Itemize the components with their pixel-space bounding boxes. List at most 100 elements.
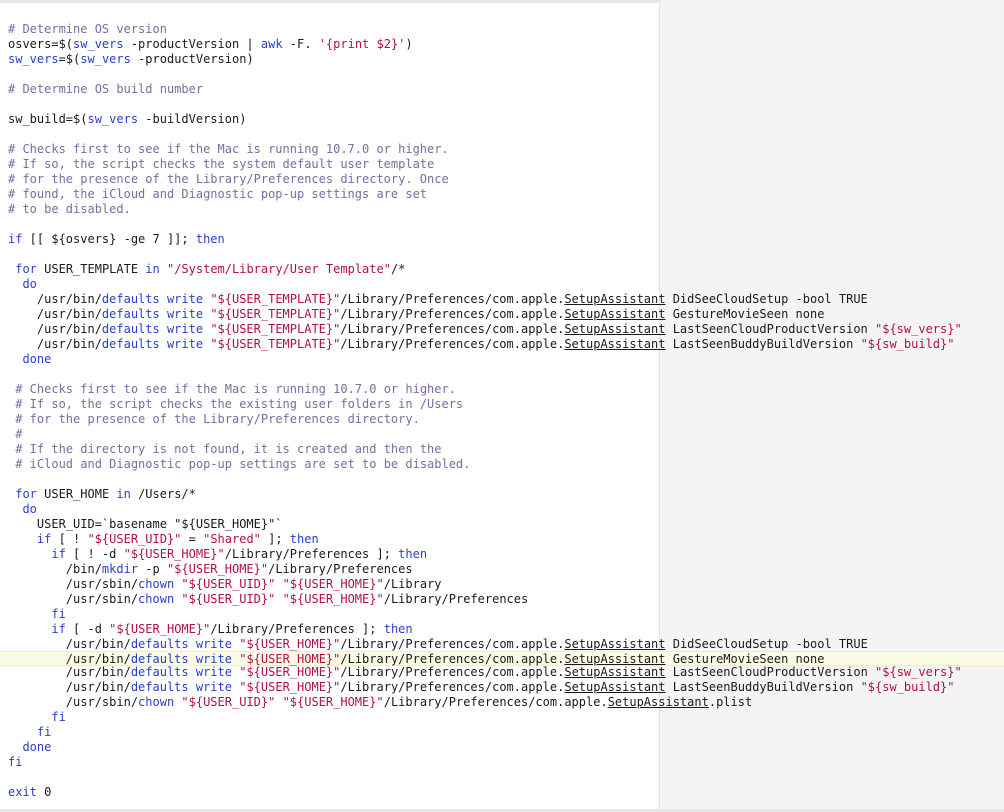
code-text: LastSeenBuddyBuildVersion: [665, 337, 861, 351]
code-line[interactable]: /usr/bin/defaults write "${USER_HOME}"/L…: [0, 680, 1004, 695]
code-symbol-link[interactable]: SetupAssistant: [564, 292, 665, 306]
code-text: /Library/Preferences: [268, 562, 413, 576]
code-line[interactable]: sw_build=$(sw_vers -buildVersion): [0, 112, 1004, 127]
code-editor[interactable]: # Determine OS version osvers=$(sw_vers -…: [0, 0, 1004, 812]
code-line[interactable]: /usr/sbin/chown "${USER_UID}" "${USER_HO…: [0, 577, 1004, 592]
code-line[interactable]: # for the presence of the Library/Prefer…: [0, 172, 1004, 187]
current-code-line[interactable]: /usr/bin/defaults write "${USER_HOME}"/L…: [0, 651, 1004, 666]
code-line[interactable]: fi: [0, 607, 1004, 622]
code-comment: # If the directory is not found, it is c…: [15, 442, 442, 456]
code-line[interactable]: # to be disabled.: [0, 202, 1004, 217]
code-string: "${USER_HOME}": [282, 695, 384, 709]
code-line[interactable]: /usr/bin/defaults write "${USER_TEMPLATE…: [0, 337, 1004, 352]
code-line[interactable]: for USER_TEMPLATE in "/System/Library/Us…: [0, 262, 1004, 277]
code-line[interactable]: # If so, the script checks the existing …: [0, 397, 1004, 412]
code-line[interactable]: # Determine OS build number: [0, 82, 1004, 97]
code-line[interactable]: USER_UID=`basename "${USER_HOME}"`: [0, 517, 1004, 532]
code-text: DidSeeCloudSetup -bool TRUE: [665, 292, 868, 306]
code-line[interactable]: [0, 67, 1004, 82]
code-line[interactable]: /usr/sbin/chown "${USER_UID}" "${USER_HO…: [0, 695, 1004, 710]
code-line[interactable]: /usr/sbin/chown "${USER_UID}" "${USER_HO…: [0, 592, 1004, 607]
code-string: "${sw_build}": [860, 337, 955, 351]
code-comment: # If so, the script checks the existing …: [15, 397, 464, 411]
code-line[interactable]: fi: [0, 710, 1004, 725]
code-line[interactable]: done: [0, 352, 1004, 367]
code-text: ): [405, 37, 413, 51]
code-line[interactable]: done: [0, 740, 1004, 755]
code-text: /Library/Preferences/com.apple.: [340, 652, 565, 666]
code-string: "/System/Library/User Template": [166, 262, 391, 276]
code-symbol-link[interactable]: SetupAssistant: [564, 322, 665, 336]
code-text: /Library/Preferences/com.apple.: [340, 665, 565, 679]
code-comment: # Checks first to see if the Mac is runn…: [15, 382, 456, 396]
code-line[interactable]: if [[ ${osvers} -ge 7 ]]; then: [0, 232, 1004, 247]
code-line[interactable]: do: [0, 502, 1004, 517]
code-text: USER_TEMPLATE: [36, 262, 146, 276]
code-keyword: mkdir: [101, 562, 139, 576]
code-line[interactable]: # If the directory is not found, it is c…: [0, 442, 1004, 457]
code-text: /Library/Preferences ];: [210, 622, 384, 636]
code-line[interactable]: do: [0, 277, 1004, 292]
code-line[interactable]: fi: [0, 725, 1004, 740]
code-text: 0: [36, 785, 52, 799]
code-line[interactable]: fi: [0, 755, 1004, 770]
code-keyword: sw_vers: [73, 37, 124, 51]
code-line[interactable]: osvers=$(sw_vers -productVersion | awk -…: [0, 37, 1004, 52]
code-text: sw_build=$(: [8, 112, 88, 126]
code-line[interactable]: # iCloud and Diagnostic pop-up settings …: [0, 457, 1004, 472]
code-keyword: do: [22, 502, 37, 516]
code-line[interactable]: exit 0: [0, 785, 1004, 800]
code-keyword: chown: [138, 592, 175, 606]
code-line[interactable]: [0, 367, 1004, 382]
code-line[interactable]: [0, 247, 1004, 262]
code-symbol-link[interactable]: SetupAssistant: [564, 337, 665, 351]
code-text: -p: [138, 562, 167, 576]
code-text: [ ! -d: [65, 547, 124, 561]
code-text: /Library/Preferences/com.apple.: [340, 322, 565, 336]
code-line[interactable]: # Checks first to see if the Mac is runn…: [0, 142, 1004, 157]
code-keyword: sw_vers: [8, 52, 59, 66]
code-line[interactable]: /bin/mkdir -p "${USER_HOME}"/Library/Pre…: [0, 562, 1004, 577]
code-text: /Library: [383, 577, 442, 591]
code-line[interactable]: # Checks first to see if the Mac is runn…: [0, 382, 1004, 397]
code-symbol-link[interactable]: SetupAssistant: [564, 680, 665, 694]
code-line[interactable]: /usr/bin/defaults write "${USER_HOME}"/L…: [0, 665, 1004, 680]
code-symbol-link[interactable]: SetupAssistant: [564, 652, 665, 666]
code-line[interactable]: # found, the iCloud and Diagnostic pop-u…: [0, 187, 1004, 202]
code-text-area[interactable]: # Determine OS version osvers=$(sw_vers -…: [0, 22, 1004, 800]
code-symbol-link[interactable]: SetupAssistant: [608, 695, 709, 709]
code-string: "${USER_TEMPLATE}": [210, 337, 341, 351]
code-line[interactable]: [0, 97, 1004, 112]
code-string: "${sw_build}": [860, 680, 955, 694]
code-keyword: defaults: [130, 680, 189, 694]
code-line[interactable]: sw_vers=$(sw_vers -productVersion): [0, 52, 1004, 67]
code-line[interactable]: for USER_HOME in /Users/*: [0, 487, 1004, 502]
code-line[interactable]: [0, 217, 1004, 232]
code-line[interactable]: [0, 770, 1004, 785]
code-keyword: defaults: [101, 337, 160, 351]
code-line[interactable]: [0, 127, 1004, 142]
code-symbol-link[interactable]: SetupAssistant: [564, 637, 665, 651]
code-line[interactable]: # If so, the script checks the system de…: [0, 157, 1004, 172]
code-line[interactable]: #: [0, 427, 1004, 442]
code-line[interactable]: if [ ! -d "${USER_HOME}"/Library/Prefere…: [0, 547, 1004, 562]
code-line[interactable]: /usr/bin/defaults write "${USER_TEMPLATE…: [0, 292, 1004, 307]
code-text: LastSeenCloudProductVersion: [665, 322, 875, 336]
code-line[interactable]: # for the presence of the Library/Prefer…: [0, 412, 1004, 427]
code-comment: # for the presence of the Library/Prefer…: [8, 172, 449, 186]
code-line[interactable]: /usr/bin/defaults write "${USER_TEMPLATE…: [0, 322, 1004, 337]
code-keyword: in: [116, 487, 131, 501]
code-line[interactable]: if [ ! "${USER_UID}" = "Shared" ]; then: [0, 532, 1004, 547]
code-line[interactable]: /usr/bin/defaults write "${USER_TEMPLATE…: [0, 307, 1004, 322]
code-symbol-link[interactable]: SetupAssistant: [564, 665, 665, 679]
code-line[interactable]: /usr/bin/defaults write "${USER_HOME}"/L…: [0, 637, 1004, 652]
code-line[interactable]: # Determine OS version: [0, 22, 1004, 37]
code-keyword: defaults: [130, 637, 189, 651]
code-keyword: sw_vers: [80, 52, 131, 66]
code-line[interactable]: [0, 472, 1004, 487]
code-symbol-link[interactable]: SetupAssistant: [564, 307, 665, 321]
code-line[interactable]: if [ -d "${USER_HOME}"/Library/Preferenc…: [0, 622, 1004, 637]
